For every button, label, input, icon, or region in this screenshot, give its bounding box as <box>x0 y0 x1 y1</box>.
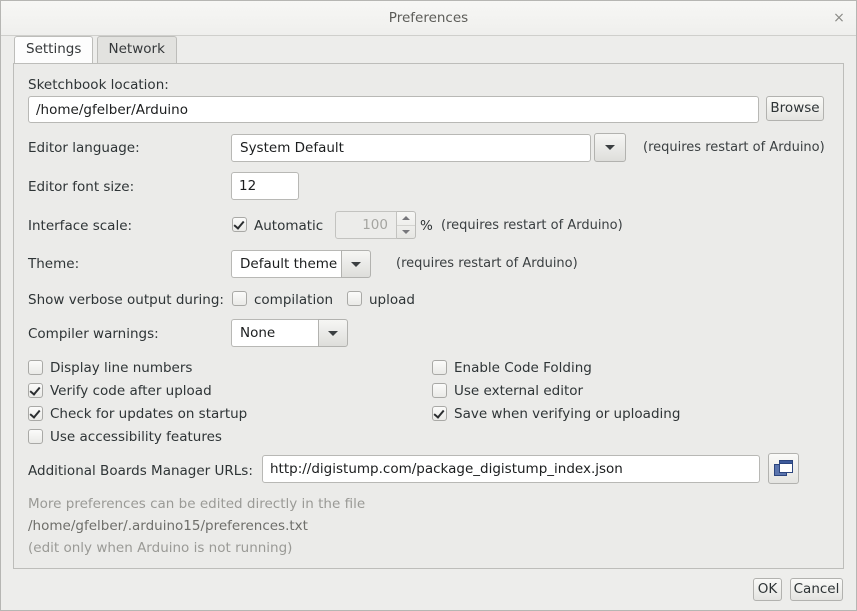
editor-language-value[interactable]: System Default <box>231 134 591 162</box>
theme-value: Default theme <box>231 250 341 278</box>
browse-button[interactable]: Browse <box>766 96 824 121</box>
theme-dropdown-button[interactable] <box>341 250 371 278</box>
boards-manager-urls-expand-button[interactable] <box>768 453 799 484</box>
chevron-down-icon <box>605 145 615 150</box>
use-accessibility-features-label[interactable]: Use accessibility features <box>50 429 222 445</box>
window-copy-icon <box>774 460 793 476</box>
tab-network[interactable]: Network <box>96 36 177 63</box>
save-when-verifying-or-uploading-label[interactable]: Save when verifying or uploading <box>454 406 680 422</box>
editor-language-dropdown-button[interactable] <box>594 133 626 162</box>
interface-scale-label: Interface scale: <box>28 218 133 234</box>
boards-manager-urls-input[interactable] <box>262 455 760 483</box>
window-title: Preferences <box>388 10 469 26</box>
compiler-warnings-dropdown-button[interactable] <box>318 319 348 347</box>
theme-restart-note: (requires restart of Arduino) <box>396 256 578 271</box>
preferences-file-path: /home/gfelber/.arduino15/preferences.txt <box>28 518 308 534</box>
theme-label: Theme: <box>28 256 80 272</box>
editor-font-size-label: Editor font size: <box>28 179 135 195</box>
title-bar: Preferences × <box>1 1 856 36</box>
compiler-warnings-combobox[interactable]: None <box>231 319 348 347</box>
chevron-down-icon <box>351 261 361 267</box>
interface-scale-unit: % <box>420 218 433 234</box>
stepper-up-icon[interactable] <box>397 212 415 226</box>
interface-scale-value: 100 <box>335 211 397 239</box>
enable-code-folding-checkbox[interactable] <box>432 360 447 375</box>
verify-code-after-upload-label[interactable]: Verify code after upload <box>50 383 212 399</box>
verbose-compilation-checkbox[interactable] <box>232 291 247 306</box>
interface-scale-stepper[interactable] <box>397 211 416 239</box>
save-when-verifying-or-uploading-checkbox[interactable] <box>432 406 447 421</box>
boards-manager-urls-label: Additional Boards Manager URLs: <box>28 463 253 479</box>
editor-font-size-input[interactable] <box>231 172 299 200</box>
sketchbook-location-label: Sketchbook location: <box>28 77 169 93</box>
sketchbook-location-input[interactable] <box>28 96 759 123</box>
verbose-upload-checkbox[interactable] <box>347 291 362 306</box>
display-line-numbers-checkbox[interactable] <box>28 360 43 375</box>
preferences-info-line-3: (edit only when Arduino is not running) <box>28 540 293 556</box>
verify-code-after-upload-checkbox[interactable] <box>28 383 43 398</box>
editor-language-label: Editor language: <box>28 140 140 156</box>
use-external-editor-checkbox[interactable] <box>432 383 447 398</box>
settings-panel: Sketchbook location: Browse Editor langu… <box>13 63 844 569</box>
interface-scale-automatic-label[interactable]: Automatic <box>254 218 323 234</box>
preferences-dialog: Preferences × Settings Network Sketchboo… <box>0 0 857 611</box>
editor-language-restart-note: (requires restart of Arduino) <box>643 140 825 155</box>
enable-code-folding-label[interactable]: Enable Code Folding <box>454 360 592 376</box>
compiler-warnings-value: None <box>231 319 318 347</box>
ok-button[interactable]: OK <box>753 578 782 601</box>
tab-bar: Settings Network <box>1 36 856 63</box>
check-for-updates-on-startup-checkbox[interactable] <box>28 406 43 421</box>
theme-combobox[interactable]: Default theme <box>231 250 371 278</box>
dialog-footer: OK Cancel <box>1 569 856 610</box>
use-external-editor-label[interactable]: Use external editor <box>454 383 583 399</box>
verbose-output-label: Show verbose output during: <box>28 292 224 308</box>
interface-scale-automatic-checkbox[interactable] <box>232 217 247 232</box>
preferences-info-line-1: More preferences can be edited directly … <box>28 496 366 512</box>
interface-scale-restart-note: (requires restart of Arduino) <box>441 218 623 233</box>
stepper-down-icon[interactable] <box>397 226 415 239</box>
verbose-compilation-label[interactable]: compilation <box>254 292 333 308</box>
verbose-upload-label[interactable]: upload <box>369 292 415 308</box>
display-line-numbers-label[interactable]: Display line numbers <box>50 360 192 376</box>
tab-settings[interactable]: Settings <box>14 36 94 63</box>
chevron-down-icon <box>328 330 338 336</box>
close-icon[interactable]: × <box>830 10 848 28</box>
check-for-updates-on-startup-label[interactable]: Check for updates on startup <box>50 406 247 422</box>
use-accessibility-features-checkbox[interactable] <box>28 429 43 444</box>
cancel-button[interactable]: Cancel <box>790 578 843 601</box>
compiler-warnings-label: Compiler warnings: <box>28 326 159 342</box>
